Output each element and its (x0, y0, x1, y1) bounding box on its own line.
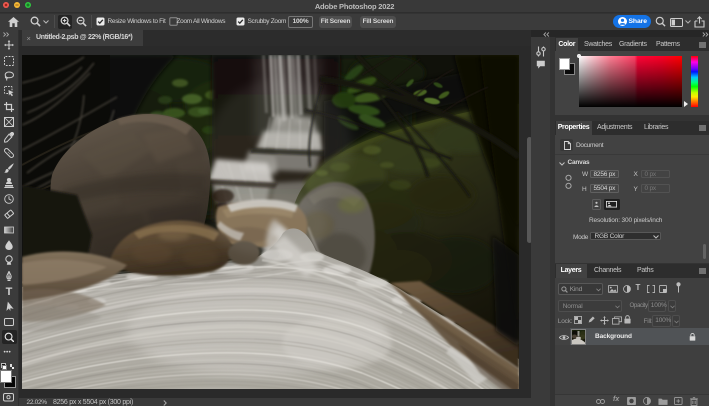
svg-text:T: T (6, 286, 13, 297)
